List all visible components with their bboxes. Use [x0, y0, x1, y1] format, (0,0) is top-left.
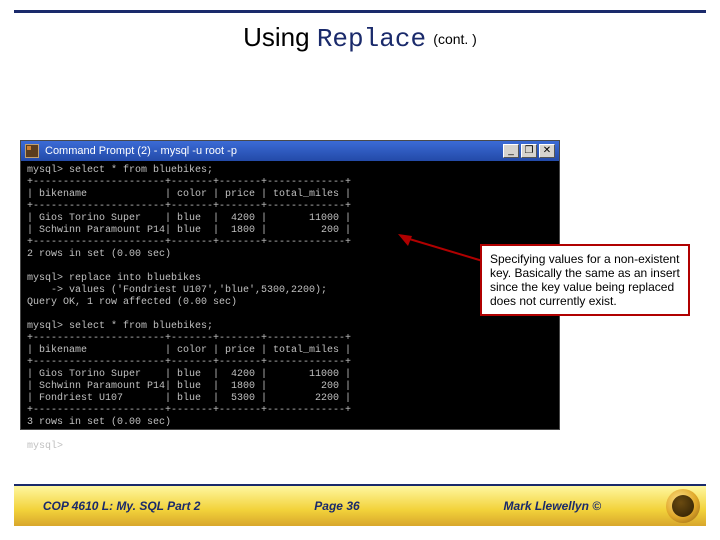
minimize-button[interactable]: _: [503, 144, 519, 158]
footer-bar: COP 4610 L: My. SQL Part 2 Page 36 Mark …: [14, 484, 706, 526]
term-line: | bikename | color | price | total_miles…: [27, 189, 351, 200]
terminal-body: mysql> select * from bluebikes; +-------…: [21, 161, 559, 457]
close-button[interactable]: ✕: [539, 144, 555, 158]
term-line: +----------------------+-------+-------+…: [27, 333, 351, 344]
callout-text: Specifying values for a non-existent key…: [490, 252, 680, 308]
term-line: mysql> select * from bluebikes;: [27, 321, 213, 332]
title-prefix: Using: [243, 22, 317, 52]
top-rule: [14, 10, 706, 13]
maximize-button[interactable]: ❐: [521, 144, 537, 158]
term-line: 2 rows in set (0.00 sec): [27, 249, 171, 260]
terminal-window: Command Prompt (2) - mysql -u root -p _ …: [20, 140, 560, 430]
cmd-icon: [25, 144, 39, 158]
term-line: | Schwinn Paramount P14| blue | 1800 | 2…: [27, 381, 351, 392]
ucf-logo-icon: [660, 485, 706, 527]
term-line: +----------------------+-------+-------+…: [27, 237, 351, 248]
term-line: mysql> select * from bluebikes;: [27, 165, 213, 176]
term-line: +----------------------+-------+-------+…: [27, 357, 351, 368]
slide-title: Using Replace (cont. ): [0, 22, 720, 54]
term-line: | Schwinn Paramount P14| blue | 1800 | 2…: [27, 225, 351, 236]
term-line: -> values ('Fondriest U107','blue',5300,…: [27, 285, 327, 296]
term-line: | Fondriest U107 | blue | 5300 | 2200 |: [27, 393, 351, 404]
title-command: Replace: [317, 24, 426, 54]
term-line: +----------------------+-------+-------+…: [27, 177, 351, 188]
term-line: +----------------------+-------+-------+…: [27, 405, 351, 416]
term-line: Query OK, 1 row affected (0.00 sec): [27, 297, 237, 308]
term-line: +----------------------+-------+-------+…: [27, 201, 351, 212]
footer-center: Page 36: [229, 499, 444, 513]
term-line: 3 rows in set (0.00 sec): [27, 417, 171, 428]
callout-box: Specifying values for a non-existent key…: [480, 244, 690, 316]
term-line: mysql> replace into bluebikes: [27, 273, 201, 284]
term-line: | Gios Torino Super | blue | 4200 | 1100…: [27, 213, 351, 224]
terminal-title-text: Command Prompt (2) - mysql -u root -p: [45, 145, 237, 157]
term-line: mysql>: [27, 441, 63, 452]
title-suffix: (cont. ): [433, 31, 477, 47]
footer-right: Mark Llewellyn ©: [445, 499, 660, 513]
term-line: | bikename | color | price | total_miles…: [27, 345, 351, 356]
term-line: | Gios Torino Super | blue | 4200 | 1100…: [27, 369, 351, 380]
footer-left: COP 4610 L: My. SQL Part 2: [14, 499, 229, 513]
terminal-titlebar: Command Prompt (2) - mysql -u root -p _ …: [21, 141, 559, 161]
